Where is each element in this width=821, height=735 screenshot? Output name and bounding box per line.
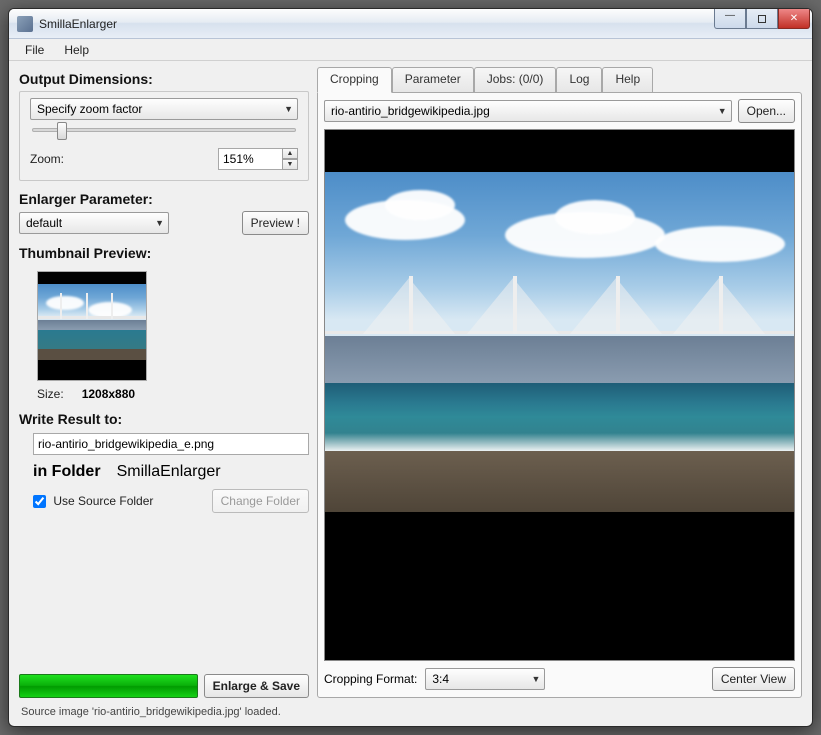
thumb-size-label: Size:: [37, 387, 64, 401]
chevron-down-icon: ▼: [718, 106, 727, 116]
right-panel: Cropping Parameter Jobs: (0/0) Log Help …: [317, 67, 802, 698]
menu-file[interactable]: File: [15, 40, 54, 60]
tab-jobs[interactable]: Jobs: (0/0): [474, 67, 557, 93]
enlarger-parameter-title: Enlarger Parameter:: [19, 191, 309, 207]
enlarge-save-button[interactable]: Enlarge & Save: [204, 674, 309, 698]
output-dimensions-title: Output Dimensions:: [19, 71, 309, 87]
chevron-down-icon: ▼: [284, 104, 293, 114]
preview-button[interactable]: Preview !: [242, 211, 309, 235]
zoom-slider-thumb[interactable]: [57, 122, 67, 140]
use-source-folder-label[interactable]: Use Source Folder: [33, 494, 153, 508]
use-source-folder-checkbox[interactable]: [33, 495, 46, 508]
zoom-down-button[interactable]: ▼: [282, 159, 298, 170]
folder-name: SmillaEnlarger: [117, 463, 221, 481]
chevron-down-icon: ▼: [155, 218, 164, 228]
parameter-preset-value: default: [26, 216, 62, 230]
tab-help[interactable]: Help: [602, 67, 653, 93]
progress-bar: [19, 674, 198, 698]
maximize-button[interactable]: [746, 9, 778, 29]
source-file-dropdown[interactable]: rio-antirio_bridgewikipedia.jpg ▼: [324, 100, 732, 122]
zoom-slider[interactable]: [32, 128, 296, 132]
app-title: SmillaEnlarger: [39, 17, 117, 31]
in-folder-label: in Folder: [33, 463, 101, 481]
app-window: SmillaEnlarger — ✕ File Help Output Dime…: [8, 8, 813, 727]
image-preview[interactable]: [324, 129, 795, 661]
minimize-button[interactable]: —: [714, 9, 746, 29]
close-button[interactable]: ✕: [778, 9, 810, 29]
output-filename-input[interactable]: [33, 433, 309, 455]
source-file-value: rio-antirio_bridgewikipedia.jpg: [331, 104, 490, 118]
parameter-preset-dropdown[interactable]: default ▼: [19, 212, 169, 234]
title-bar: SmillaEnlarger — ✕: [9, 9, 812, 39]
cropping-panel: rio-antirio_bridgewikipedia.jpg ▼ Open..…: [317, 92, 802, 698]
change-folder-button[interactable]: Change Folder: [212, 489, 309, 513]
zoom-spinbox[interactable]: ▲▼: [218, 148, 298, 170]
zoom-label: Zoom:: [30, 152, 64, 166]
thumb-size-value: 1208x880: [82, 387, 135, 401]
tab-log[interactable]: Log: [556, 67, 602, 93]
app-icon: [17, 16, 33, 32]
menu-help[interactable]: Help: [54, 40, 99, 60]
photo-image: [325, 172, 794, 512]
crop-format-label: Cropping Format:: [324, 672, 417, 686]
menu-bar: File Help: [9, 39, 812, 61]
thumbnail-preview: [37, 271, 147, 381]
tab-bar: Cropping Parameter Jobs: (0/0) Log Help: [317, 67, 802, 93]
write-result-title: Write Result to:: [19, 411, 309, 427]
crop-format-dropdown[interactable]: 3:4 ▼: [425, 668, 545, 690]
thumbnail-title: Thumbnail Preview:: [19, 245, 309, 261]
dimension-mode-value: Specify zoom factor: [37, 102, 142, 116]
status-bar: Source image 'rio-antirio_bridgewikipedi…: [9, 702, 812, 726]
tab-cropping[interactable]: Cropping: [317, 67, 392, 93]
crop-format-value: 3:4: [432, 672, 449, 686]
tab-parameter[interactable]: Parameter: [392, 67, 474, 93]
content-area: Output Dimensions: Specify zoom factor ▼…: [9, 61, 812, 702]
zoom-input[interactable]: [218, 148, 282, 170]
zoom-up-button[interactable]: ▲: [282, 148, 298, 159]
left-panel: Output Dimensions: Specify zoom factor ▼…: [19, 67, 309, 698]
dimension-mode-dropdown[interactable]: Specify zoom factor ▼: [30, 98, 298, 120]
chevron-down-icon: ▼: [531, 674, 540, 684]
output-dimensions-group: Specify zoom factor ▼ Zoom: ▲▼: [19, 91, 309, 181]
center-view-button[interactable]: Center View: [712, 667, 795, 691]
open-button[interactable]: Open...: [738, 99, 795, 123]
